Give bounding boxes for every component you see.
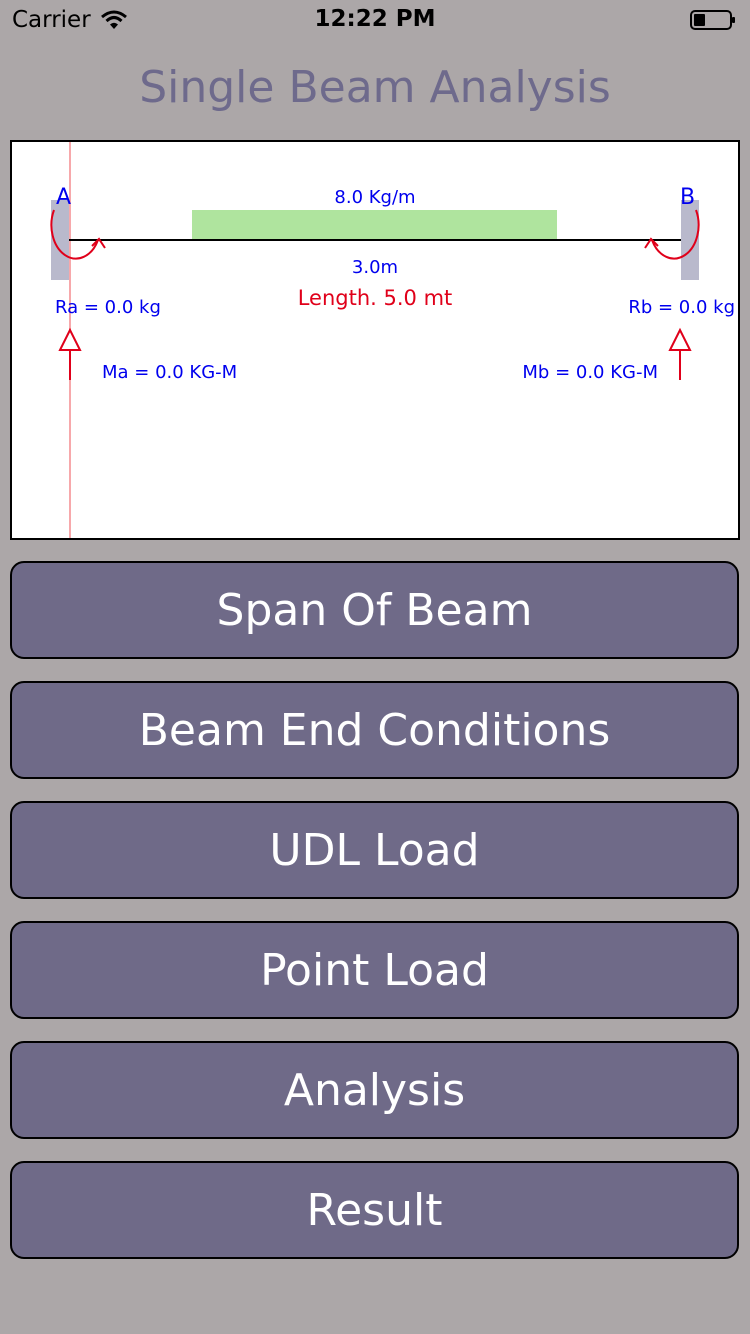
beam-length-label: Length. 5.0 mt <box>298 286 453 310</box>
udl-load-button[interactable]: UDL Load <box>10 801 739 899</box>
screen: Carrier 12:22 PM Single Beam Analysis A … <box>0 0 750 1334</box>
support-b-label: B <box>680 185 695 210</box>
analysis-button[interactable]: Analysis <box>10 1041 739 1139</box>
battery-icon <box>690 10 735 30</box>
moment-a-label: Ma = 0.0 KG-M <box>102 362 237 383</box>
clock: 12:22 PM <box>314 6 436 32</box>
page-title: Single Beam Analysis <box>139 62 611 113</box>
udl-value-label: 8.0 Kg/m <box>334 187 415 208</box>
udl-length-label: 3.0m <box>352 257 398 278</box>
status-bar: Carrier 12:22 PM <box>0 0 750 40</box>
beam-diagram: A B 8.0 Kg/m 3.0m Length. 5.0 mt Ra = 0.… <box>10 140 740 540</box>
point-load-button[interactable]: Point Load <box>10 921 739 1019</box>
reaction-a-label: Ra = 0.0 kg <box>55 297 161 318</box>
udl-load-block <box>192 210 557 240</box>
reaction-b-label: Rb = 0.0 kg <box>628 297 735 318</box>
support-a-label: A <box>56 185 71 210</box>
moment-b-label: Mb = 0.0 KG-M <box>522 362 658 383</box>
beam-end-conditions-button[interactable]: Beam End Conditions <box>10 681 739 779</box>
beam-diagram-canvas: A B 8.0 Kg/m 3.0m Length. 5.0 mt Ra = 0.… <box>50 142 735 538</box>
span-of-beam-button[interactable]: Span Of Beam <box>10 561 739 659</box>
reaction-arrow-b <box>668 327 692 380</box>
result-button[interactable]: Result <box>10 1161 739 1259</box>
reaction-arrow-a <box>58 327 82 380</box>
